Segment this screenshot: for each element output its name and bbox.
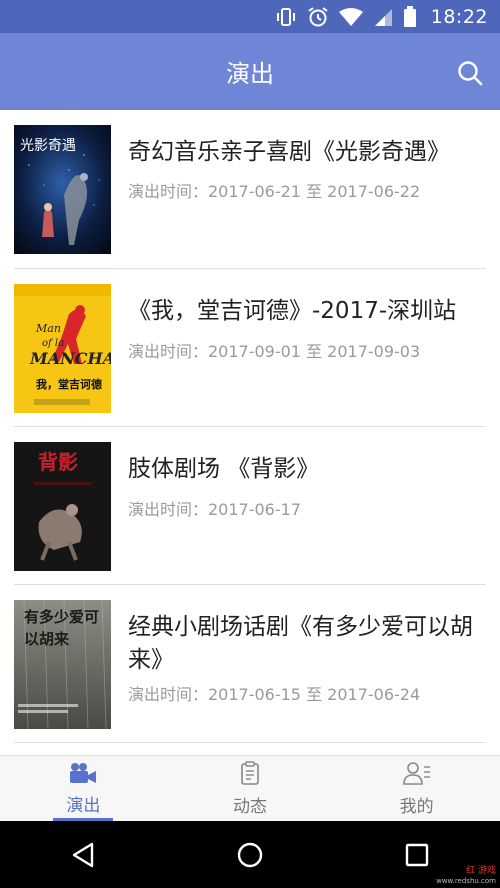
svg-text:MANCHA: MANCHA: [29, 349, 111, 368]
signal-icon: [373, 6, 393, 28]
clipboard-icon: [238, 760, 262, 789]
watermark-brand: 红 游戏: [466, 866, 496, 876]
show-title: 经典小剧场话剧《有多少爱可以胡来》: [128, 614, 473, 673]
show-poster: Man of la MANCHA 我，堂吉诃德: [14, 284, 111, 413]
camera-icon: [68, 762, 98, 788]
tab-label: 我的: [399, 796, 434, 817]
back-icon[interactable]: [63, 835, 103, 875]
show-time: 演出时间：2017-06-15 至 2017-06-24: [128, 685, 421, 704]
show-poster: 有多少爱可以胡来: [14, 600, 111, 729]
system-nav-bar: 红 游戏 www.redshu.com: [0, 821, 500, 888]
search-icon[interactable]: [456, 59, 484, 87]
poster-title: 我，堂吉诃德: [36, 378, 102, 391]
wifi-icon: [338, 6, 363, 28]
recents-icon[interactable]: [397, 835, 437, 875]
show-item[interactable]: Man of la MANCHA 我，堂吉诃德 《我，堂吉诃德》-2017-深圳…: [0, 269, 500, 426]
show-time: 演出时间：2017-09-01 至 2017-09-03: [128, 342, 421, 361]
show-title: 奇幻音乐亲子喜剧《光影奇遇》: [128, 139, 450, 165]
show-title: 肢体剧场 《背影》: [128, 456, 320, 482]
tab-news[interactable]: 动态: [167, 756, 334, 821]
tab-profile[interactable]: 我的: [333, 756, 500, 821]
profile-icon: [402, 761, 431, 789]
alarm-icon: [307, 6, 329, 28]
home-icon[interactable]: [230, 835, 270, 875]
tab-shows[interactable]: 演出: [0, 756, 167, 821]
watermark-site: www.redshu.com: [436, 877, 496, 885]
show-item[interactable]: 有多少爱可以胡来 经典小剧场话剧《有多少爱可以胡来》 演出时间：2017-06-…: [0, 585, 500, 742]
show-poster: 背影: [14, 442, 111, 571]
poster-title: 有多少爱可以胡来: [24, 608, 100, 648]
tab-label: 演出: [66, 795, 101, 816]
show-item[interactable]: 背影 肢体剧场 《背影》 演出时间：2017-06-17: [0, 427, 500, 584]
page-title: 演出: [226, 60, 274, 88]
show-item[interactable]: 光影奇遇 奇幻音乐亲子喜剧《光影奇遇》 演出时间：2017-06-21 至 20…: [0, 110, 500, 268]
status-bar: 18:22: [0, 0, 500, 33]
tab-label: 动态: [233, 796, 267, 817]
list-divider: [14, 742, 486, 743]
battery-icon: [403, 5, 417, 28]
show-time: 演出时间：2017-06-17: [128, 500, 301, 519]
show-poster: 光影奇遇: [14, 125, 111, 254]
app-bar: 演出: [0, 33, 500, 110]
show-time: 演出时间：2017-06-21 至 2017-06-22: [128, 182, 421, 201]
watermark: 红 游戏 www.redshu.com: [436, 866, 496, 886]
svg-text:Man: Man: [35, 322, 61, 335]
svg-text:of la: of la: [42, 338, 64, 349]
bottom-nav: 演出 动态 我的: [0, 755, 500, 821]
poster-title: 背影: [38, 450, 78, 474]
status-time: 18:22: [430, 5, 488, 28]
poster-title: 光影奇遇: [20, 138, 76, 154]
show-title: 《我，堂吉诃德》-2017-深圳站: [128, 298, 457, 324]
show-list: 光影奇遇 奇幻音乐亲子喜剧《光影奇遇》 演出时间：2017-06-21 至 20…: [0, 110, 500, 755]
vibrate-icon: [275, 6, 297, 28]
